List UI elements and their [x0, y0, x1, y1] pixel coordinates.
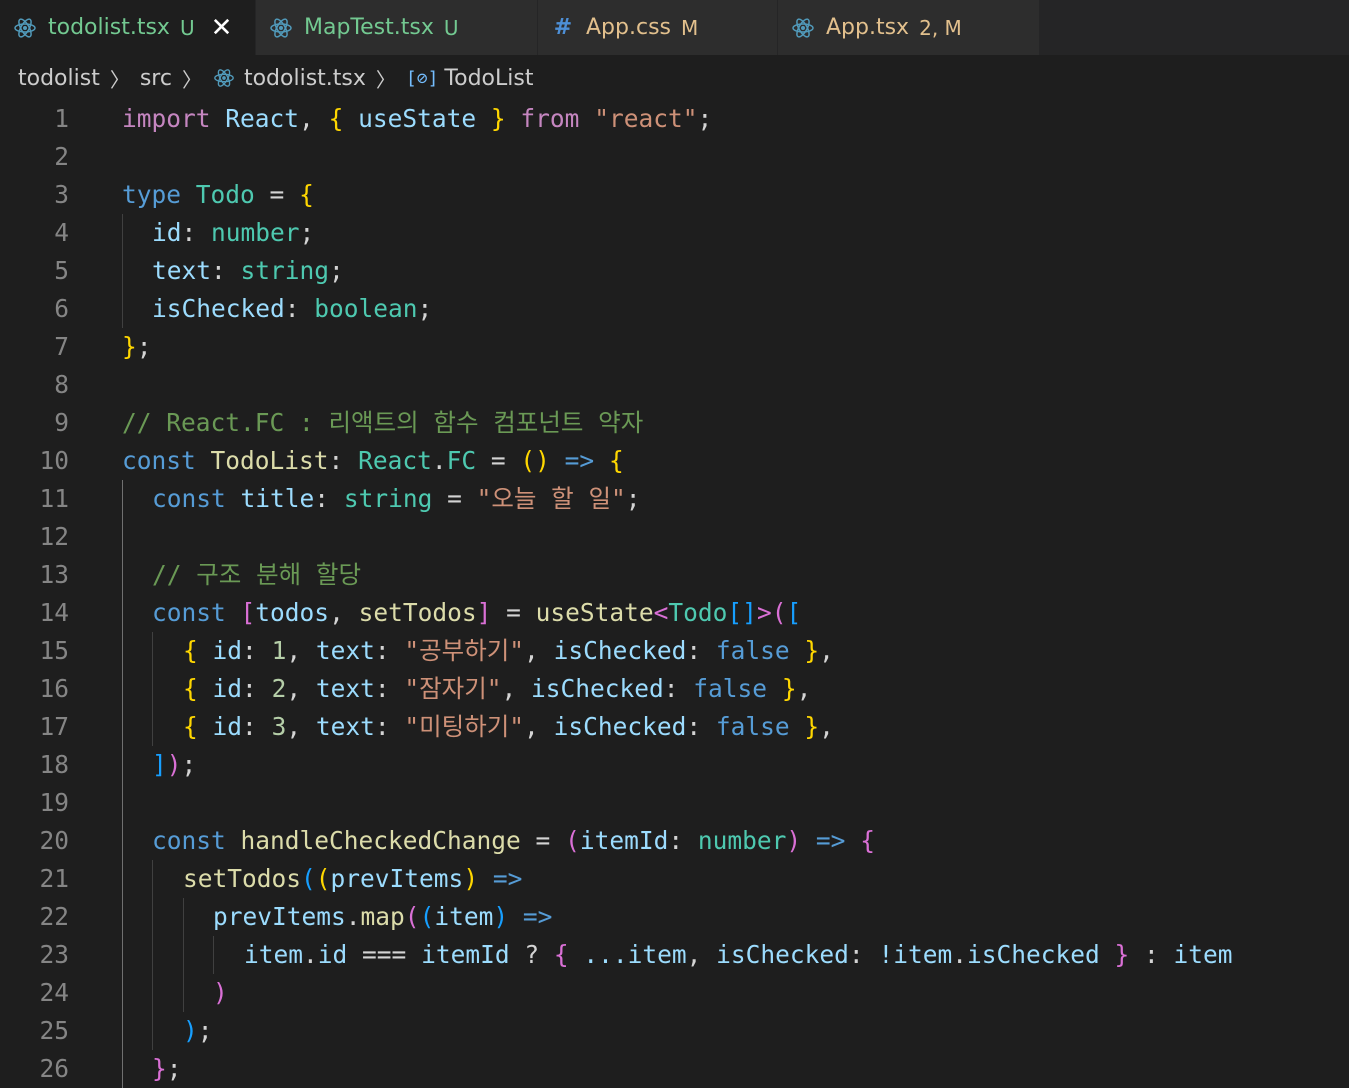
line-number: 3 [54, 180, 69, 209]
line-number: 9 [54, 408, 69, 437]
line-number: 23 [39, 940, 69, 969]
code-line: 2 [0, 138, 1349, 176]
code-line: 3 type Todo = { [0, 176, 1349, 214]
chevron-right-icon: 〉 [375, 67, 396, 92]
line-number: 18 [39, 750, 69, 779]
tab-label: MapTest.tsx [304, 15, 434, 40]
symbol-variable-icon: [⊘] [405, 67, 439, 89]
code-line: 7}; [0, 328, 1349, 366]
breadcrumb-symbol[interactable]: TodoList [444, 66, 533, 91]
code-line: 4 id: number; [0, 214, 1349, 252]
line-number: 7 [54, 332, 69, 361]
line-number: 8 [54, 370, 69, 399]
line-number: 6 [54, 294, 69, 323]
react-icon [268, 15, 294, 41]
code-line: 17{ id: 3, text: "미팅하기", isChecked: fals… [0, 708, 1349, 746]
breadcrumb-file[interactable]: todolist.tsx [244, 66, 366, 91]
code-line: 15{ id: 1, text: "공부하기", isChecked: fals… [0, 632, 1349, 670]
code-line: 20 const handleCheckedChange = (itemId: n… [0, 822, 1349, 860]
code-line: 1 import React, { useState } from "react"… [0, 100, 1349, 138]
line-number: 5 [54, 256, 69, 285]
chevron-right-icon: 〉 [109, 67, 130, 92]
line-number: 25 [39, 1016, 69, 1045]
code-editor[interactable]: 1 import React, { useState } from "react"… [0, 100, 1349, 1088]
line-number: 20 [39, 826, 69, 855]
code-line: 11 const title: string = "오늘 할 일"; [0, 480, 1349, 518]
git-status-badge: M [681, 15, 699, 40]
code-line: 6 isChecked: boolean; [0, 290, 1349, 328]
code-line: 23 item.id === itemId ? { ...item, isChec… [0, 936, 1349, 974]
code-line: 21 setTodos((prevItems) => [0, 860, 1349, 898]
tab-label: todolist.tsx [48, 15, 170, 40]
line-number: 17 [39, 712, 69, 741]
line-number: 13 [39, 560, 69, 589]
code-line: 10 const TodoList: React.FC = () => { [0, 442, 1349, 480]
line-number: 22 [39, 902, 69, 931]
code-line: 19 [0, 784, 1349, 822]
code-line: 25); [0, 1012, 1349, 1050]
tab-app-tsx[interactable]: App.tsx 2, M [778, 0, 1040, 55]
breadcrumb-subfolder[interactable]: src [140, 66, 172, 91]
line-number: 15 [39, 636, 69, 665]
tab-label: App.css [586, 15, 671, 40]
line-number: 1 [54, 104, 69, 133]
breadcrumb: todolist 〉 src 〉 todolist.tsx 〉 [⊘] Todo… [0, 58, 1349, 98]
code-line: 18]); [0, 746, 1349, 784]
code-line: 24) [0, 974, 1349, 1012]
code-line: 5 text: string; [0, 252, 1349, 290]
code-line: 26}; [0, 1050, 1349, 1088]
line-number: 4 [54, 218, 69, 247]
line-number: 14 [39, 598, 69, 627]
git-status-badge: U [443, 15, 459, 40]
line-number: 24 [39, 978, 69, 1007]
line-number: 10 [39, 446, 69, 475]
line-number: 19 [39, 788, 69, 817]
line-number: 12 [39, 522, 69, 551]
line-number: 16 [39, 674, 69, 703]
hash-icon: # [553, 15, 573, 40]
code-line: 13// 구조 분해 할당 [0, 556, 1349, 594]
tab-label: App.tsx [826, 15, 910, 40]
code-line: 14 const [todos, setTodos] = useState<Tod… [0, 594, 1349, 632]
code-line: 12 [0, 518, 1349, 556]
react-icon [12, 15, 38, 41]
code-line: 22 prevItems.map((item) => [0, 898, 1349, 936]
tab-maptest[interactable]: MapTest.tsx U [256, 0, 538, 55]
git-status-badge: U [179, 15, 195, 40]
react-icon [790, 15, 816, 41]
tab-todolist[interactable]: todolist.tsx U ✕ [0, 0, 256, 55]
line-number: 21 [39, 864, 69, 893]
code-line: 8 [0, 366, 1349, 404]
editor-tab-bar: todolist.tsx U ✕ MapTest.tsx U # App.css… [0, 0, 1349, 55]
git-status-badge: 2, M [919, 15, 962, 40]
breadcrumb-folder[interactable]: todolist [18, 66, 100, 91]
close-icon[interactable]: ✕ [211, 15, 233, 41]
tab-app-css[interactable]: # App.css M [538, 0, 778, 55]
line-number: 2 [54, 142, 69, 171]
line-number: 11 [39, 484, 69, 513]
chevron-right-icon: 〉 [181, 67, 202, 92]
line-number: 26 [39, 1054, 69, 1083]
code-line: 16{ id: 2, text: "잠자기", isChecked: false… [0, 670, 1349, 708]
react-icon [212, 66, 236, 90]
code-line: 9// React.FC : 리액트의 함수 컴포넌트 약자 [0, 404, 1349, 442]
